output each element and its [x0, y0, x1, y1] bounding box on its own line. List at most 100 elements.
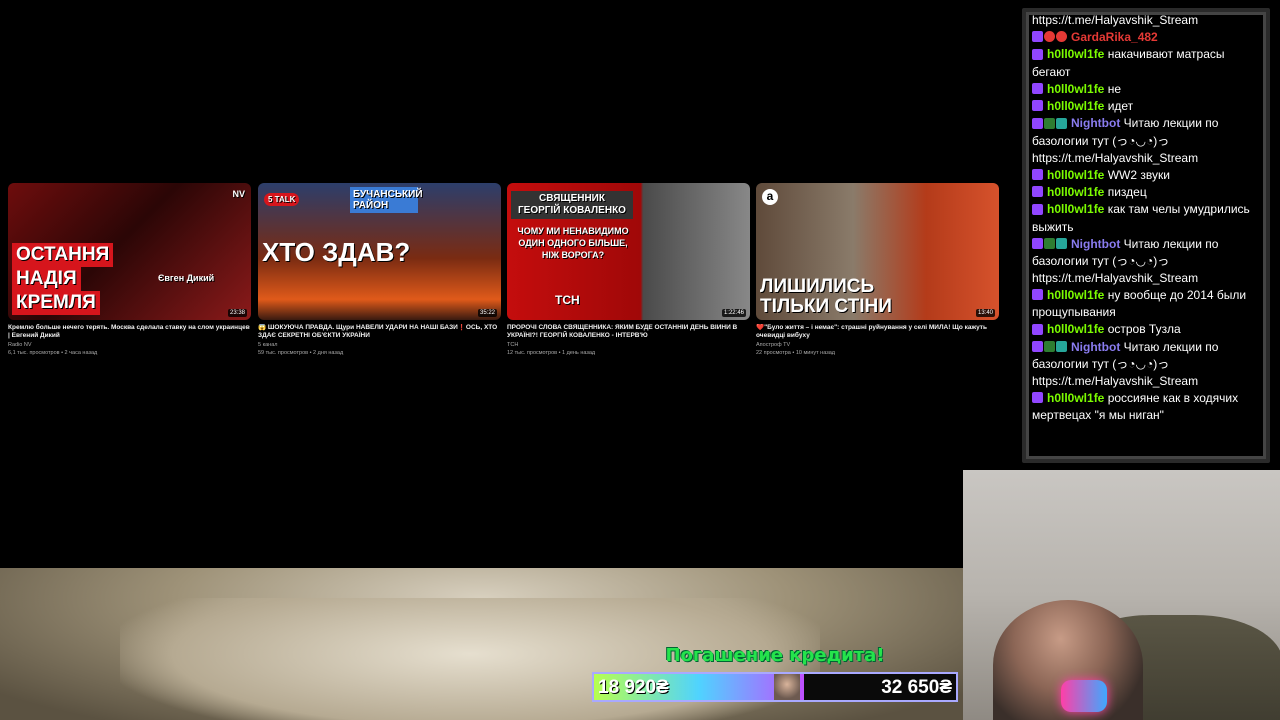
- green-badge-icon: [1044, 340, 1055, 352]
- chat-panel: https://t.me/Halyavshik_Stream GardaRika_…: [1022, 8, 1270, 463]
- goal-progress-bar: 18 920₴ 32 650₴: [592, 672, 958, 702]
- chat-message: h0ll0wl1fe ну вообще до 2014 были прощуп…: [1032, 287, 1260, 321]
- goal-current-amount: 18 920₴: [598, 677, 669, 698]
- red-badge-icon: [1056, 31, 1067, 43]
- chat-username[interactable]: h0ll0wl1fe: [1047, 99, 1104, 113]
- chat-badges: [1032, 116, 1068, 133]
- channel-logo: NV: [232, 189, 245, 199]
- duration-badge: 23:38: [227, 309, 247, 317]
- duration-badge: 13:40: [975, 309, 995, 317]
- video-meta: 22 просмотра • 10 минут назад: [756, 350, 835, 356]
- chat-text: https://t.me/Halyavshik_Stream: [1032, 13, 1199, 27]
- twitch-badge-icon: [1032, 117, 1043, 129]
- video-meta: 6,1 тыс. просмотров • 2 часа назад: [8, 350, 98, 356]
- video-thumbnail[interactable]: 5 TALK БУЧАНСЬКИЙ РАЙОН ХТО ЗДАВ? 35:22: [258, 183, 501, 320]
- chat-badges: [1032, 29, 1068, 46]
- chat-username[interactable]: h0ll0wl1fe: [1047, 185, 1104, 199]
- channel-name[interactable]: ТСН: [507, 342, 750, 348]
- channel-name[interactable]: Апостроф TV: [756, 342, 999, 348]
- video-title[interactable]: ПРОРОЧІ СЛОВА СВЯЩЕННИКА: ЯКИМ БУДЕ ОСТА…: [507, 324, 750, 340]
- twitch-badge-icon: [1032, 48, 1043, 60]
- chat-username[interactable]: h0ll0wl1fe: [1047, 288, 1104, 302]
- twitch-badge-icon: [1032, 186, 1043, 198]
- chat-text: не: [1107, 81, 1122, 96]
- twitch-badge-icon: [1032, 392, 1043, 404]
- chat-username[interactable]: Nightbot: [1071, 340, 1120, 354]
- video-title[interactable]: Кремлю больше нечего терять. Москва сдел…: [8, 324, 251, 340]
- twitch-badge-icon: [1032, 289, 1043, 301]
- webcam-feed: [963, 470, 1280, 720]
- channel-logo: a: [762, 189, 778, 205]
- video-card[interactable]: ОСТАННЯ НАДІЯ КРЕМЛЯ NV Євген Дикий 23:3…: [8, 183, 251, 356]
- chat-username[interactable]: h0ll0wl1fe: [1047, 391, 1104, 405]
- chat-message: h0ll0wl1fe накачивают матрасы бегают: [1032, 46, 1260, 80]
- chat-badges: [1032, 98, 1044, 115]
- video-thumbnail[interactable]: СВЯЩЕННИК ГЕОРГІЙ КОВАЛЕНКО ЧОМУ МИ НЕНА…: [507, 183, 750, 320]
- video-thumbnail[interactable]: a ЛИШИЛИСЬ ТІЛЬКИ СТІНИ 13:40: [756, 183, 999, 320]
- chat-username[interactable]: Nightbot: [1071, 237, 1120, 251]
- chat-badges: [1032, 167, 1044, 184]
- channel-name[interactable]: 5 канал: [258, 342, 501, 348]
- microphone: [1061, 680, 1107, 712]
- chat-message: h0ll0wl1fe WW2 звуки: [1032, 167, 1260, 184]
- chat-message: h0ll0wl1fe идет: [1032, 98, 1260, 115]
- chat-badges: [1032, 184, 1044, 201]
- red-badge-icon: [1044, 31, 1055, 43]
- chat-message: h0ll0wl1fe не: [1032, 81, 1260, 98]
- chat-badges: [1032, 47, 1044, 64]
- twitch-badge-icon: [1032, 168, 1043, 180]
- chat-badges: [1032, 287, 1044, 304]
- chat-message: https://t.me/Halyavshik_Stream: [1032, 12, 1260, 29]
- goal-title: Погашение кредита!: [665, 645, 885, 666]
- chat-username[interactable]: Nightbot: [1071, 116, 1120, 130]
- thumb-line: НАДІЯ: [12, 267, 81, 291]
- video-title[interactable]: ❤️"Було життя – і немає": страшні руйнув…: [756, 324, 999, 340]
- thumb-line: ЛИШИЛИСЬ: [760, 276, 875, 297]
- thumb-line: КРЕМЛЯ: [12, 291, 100, 315]
- chat-username[interactable]: h0ll0wl1fe: [1047, 47, 1104, 61]
- twitch-badge-icon: [1032, 31, 1043, 43]
- thumb-name: БУЧАНСЬКИЙ РАЙОН: [350, 187, 423, 213]
- chat-text: остров Тузла: [1107, 322, 1181, 337]
- twitch-badge-icon: [1032, 237, 1043, 249]
- teal-badge-icon: [1056, 237, 1067, 249]
- teal-badge-icon: [1056, 340, 1067, 352]
- channel-name[interactable]: Radio NV: [8, 342, 251, 348]
- video-card[interactable]: СВЯЩЕННИК ГЕОРГІЙ КОВАЛЕНКО ЧОМУ МИ НЕНА…: [507, 183, 750, 356]
- teal-badge-icon: [1056, 117, 1067, 129]
- chat-message: h0ll0wl1fe пиздец: [1032, 184, 1260, 201]
- chat-username[interactable]: h0ll0wl1fe: [1047, 322, 1104, 336]
- chat-message: GardaRika_482: [1032, 29, 1260, 46]
- chat-badges: [1032, 339, 1068, 356]
- chat-text: WW2 звуки: [1107, 167, 1170, 182]
- chat-badges: [1032, 390, 1044, 407]
- chat-badges: [1032, 81, 1044, 98]
- video-card[interactable]: 5 TALK БУЧАНСЬКИЙ РАЙОН ХТО ЗДАВ? 35:22 …: [258, 183, 501, 356]
- twitch-badge-icon: [1032, 203, 1043, 215]
- chat-message: Nightbot Читаю лекции по базологии тут (…: [1032, 339, 1260, 390]
- chat-badges: [1032, 202, 1044, 219]
- chat-username[interactable]: h0ll0wl1fe: [1047, 202, 1104, 216]
- twitch-badge-icon: [1032, 340, 1043, 352]
- video-title[interactable]: 😱 ШОКУЮЧА ПРАВДА. Щури НАВЕЛИ УДАРИ НА Н…: [258, 324, 501, 340]
- video-card[interactable]: a ЛИШИЛИСЬ ТІЛЬКИ СТІНИ 13:40 ❤️"Було жи…: [756, 183, 999, 356]
- chat-username[interactable]: h0ll0wl1fe: [1047, 82, 1104, 96]
- video-grid: ОСТАННЯ НАДІЯ КРЕМЛЯ NV Євген Дикий 23:3…: [8, 183, 1000, 363]
- thumb-line: ТІЛЬКИ СТІНИ: [760, 296, 892, 317]
- goal-target-amount: 32 650₴: [881, 677, 952, 698]
- chat-username[interactable]: h0ll0wl1fe: [1047, 168, 1104, 182]
- twitch-badge-icon: [1032, 100, 1043, 112]
- thumb-line: ГЕОРГІЙ КОВАЛЕНКО: [518, 205, 626, 216]
- chat-badges: [1032, 322, 1044, 339]
- chat-text: идет: [1107, 98, 1134, 113]
- green-badge-icon: [1044, 237, 1055, 249]
- duration-badge: 35:22: [477, 309, 497, 317]
- video-thumbnail[interactable]: ОСТАННЯ НАДІЯ КРЕМЛЯ NV Євген Дикий 23:3…: [8, 183, 251, 320]
- chat-message: h0ll0wl1fe россияне как в ходячих мертве…: [1032, 390, 1260, 424]
- twitch-badge-icon: [1032, 323, 1043, 335]
- chat-badges: [1032, 236, 1068, 253]
- chat-message: h0ll0wl1fe как там челы умудрились выжит…: [1032, 201, 1260, 235]
- thumb-line: СВЯЩЕННИК: [539, 193, 605, 204]
- chat-username[interactable]: GardaRika_482: [1071, 30, 1158, 44]
- green-badge-icon: [1044, 117, 1055, 129]
